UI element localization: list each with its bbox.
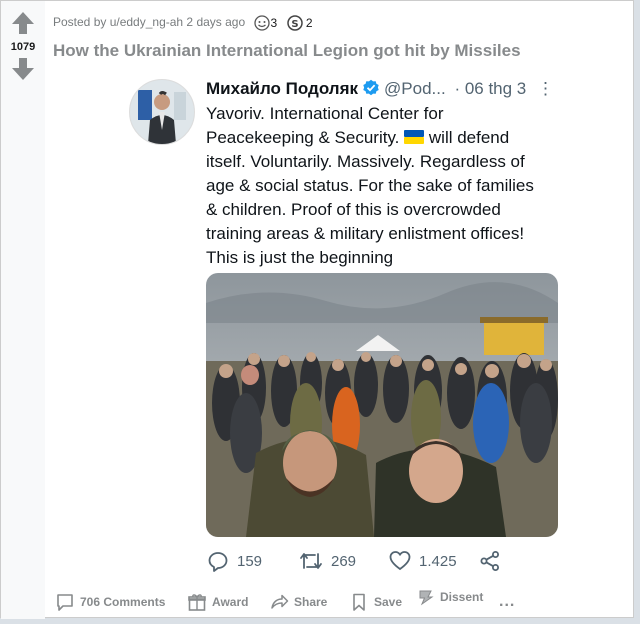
embedded-tweet[interactable]: Михайло Подоляк @Pod... · 06 thg 3 ⋮ Yav… [129,77,569,577]
tweet-handle[interactable]: @Pod... [384,79,446,98]
post-title[interactable]: How the Ukrainian International Legion g… [53,41,521,61]
save-label: Save [374,595,403,609]
reply-button[interactable]: 159 [207,549,262,573]
avatar[interactable] [129,79,195,145]
tweet-header: Михайло Подоляк @Pod... · 06 thg 3 ⋮ [206,79,554,99]
share-label: Share [294,595,328,609]
reply-count: 159 [237,552,263,570]
share-arrow-icon [271,594,289,609]
vote-bar: 1079 [1,1,45,619]
award-label: Award [212,595,249,609]
more-button[interactable]: ... [499,587,515,617]
tweet-text-line: training areas & military enlistment off… [206,224,525,243]
ukraine-flag-icon [404,130,425,144]
award-count-1: 3 [270,16,278,30]
downvote-icon[interactable] [11,57,35,81]
tweet-author-name[interactable]: Михайло Подоляк [206,79,358,98]
wholesome-award-icon[interactable] [254,15,271,31]
upvote-icon[interactable] [11,11,35,35]
tweet-text: Yavoriv. International Center for Peacek… [206,102,566,270]
svg-text:S: S [291,19,298,30]
retweet-count: 269 [331,552,357,570]
tweet-text-line: This is just the beginning [206,248,394,267]
comment-icon [57,594,73,611]
more-options-icon[interactable]: ⋮ [537,79,554,98]
verified-badge-icon [363,79,379,96]
award-count-2: 2 [305,16,313,30]
dissent-label: Dissent [440,590,484,604]
tweet-text-line: itself. Voluntarily. Massively. Regardle… [206,152,525,171]
post-meta: Posted by u/eddy_ng-ah 2 days ago 3 S 2 [53,15,313,31]
gift-icon [188,594,206,611]
retweet-button[interactable]: 269 [299,549,356,573]
vote-score: 1079 [10,41,36,53]
share-nodes-icon [480,551,499,571]
silver-award-icon[interactable]: S [286,15,303,31]
tweet-date[interactable]: · 06 thg 3 [454,79,526,98]
post-card: 1079 Posted by u/eddy_ng-ah 2 days ago 3… [0,0,634,619]
tweet-actions: 159 269 1.425 [207,549,567,573]
retweet-icon [300,553,322,569]
dissent-icon [419,590,434,606]
tweet-text-line: age & social status. For the sake of fam… [206,176,534,195]
bookmark-icon [353,593,365,611]
save-button[interactable]: Save [349,587,402,617]
like-count: 1.425 [419,552,457,570]
tweet-text-line: Peacekeeping & Security. will defend [206,128,510,147]
reply-icon [208,552,228,572]
heart-icon [389,551,411,571]
tweet-text-line: & children. Proof of this is overcrowded [206,200,501,219]
more-label: ... [499,593,516,610]
posted-by-text: Posted by u/eddy_ng-ah 2 days ago [53,15,246,30]
comments-label: 706 Comments [80,595,166,609]
tweet-photo[interactable] [206,273,558,537]
like-button[interactable]: 1.425 [389,549,457,573]
share-tweet-button[interactable] [479,549,501,573]
comments-button[interactable]: 706 Comments [55,587,165,617]
tweet-text-line: Yavoriv. International Center for [206,104,444,123]
share-button[interactable]: Share [269,587,327,617]
award-button[interactable]: Award [187,587,248,617]
dissent-button[interactable]: Dissent [417,582,483,612]
